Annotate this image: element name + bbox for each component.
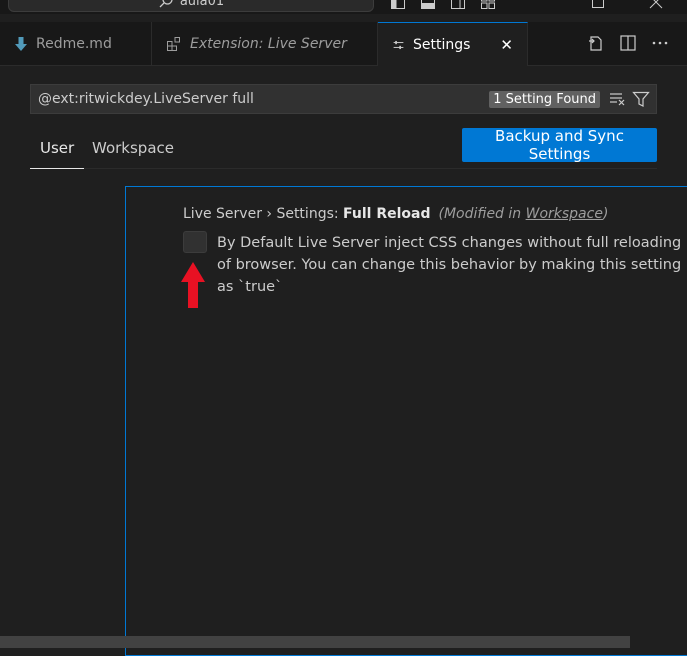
tab-extension-live-server[interactable]: Extension: Live Server: [152, 22, 378, 66]
annotation-arrow-up-icon: [181, 262, 205, 308]
search-query: @ext:ritwickdey.LiveServer full: [38, 91, 254, 107]
tab-label: Extension: Live Server: [190, 36, 347, 52]
close-icon[interactable]: ✕: [500, 36, 513, 54]
setting-title: Live Server › Settings: Full Reload (Modi…: [183, 206, 608, 222]
toggle-primary-sidebar-icon[interactable]: [390, 0, 406, 10]
full-reload-checkbox[interactable]: [183, 231, 207, 253]
tab-workspace[interactable]: Workspace: [92, 139, 174, 157]
modified-prefix: (Modified in: [438, 206, 526, 222]
split-editor-icon[interactable]: [619, 34, 637, 52]
window-close-icon[interactable]: [648, 0, 664, 10]
horizontal-scrollbar[interactable]: [0, 636, 630, 648]
settings-sliders-icon: [393, 40, 404, 49]
search-icon: [159, 0, 173, 8]
toggle-secondary-sidebar-icon[interactable]: [450, 0, 466, 10]
setting-name: Full Reload: [343, 206, 431, 222]
modified-suffix: ): [602, 206, 609, 222]
extensions-icon: [167, 37, 180, 51]
backup-and-sync-button[interactable]: Backup and Sync Settings: [462, 127, 657, 163]
command-center[interactable]: aula01: [8, 0, 374, 12]
tab-settings[interactable]: Settings ✕: [378, 22, 528, 66]
tab-redme[interactable]: Redme.md: [0, 22, 152, 66]
title-bar: aula01: [0, 0, 687, 14]
setting-category: Live Server › Settings:: [183, 206, 344, 222]
filter-icon[interactable]: [632, 90, 650, 108]
clear-filter-icon[interactable]: [608, 90, 626, 108]
settings-found-badge: 1 Setting Found: [489, 90, 600, 108]
customize-layout-icon[interactable]: [480, 0, 496, 10]
open-settings-json-icon[interactable]: [587, 34, 605, 52]
tab-label: Settings: [413, 36, 471, 53]
more-actions-icon[interactable]: [651, 34, 669, 52]
settings-search-input[interactable]: @ext:ritwickdey.LiveServer full 1 Settin…: [30, 84, 657, 114]
editor-tab-bar: Redme.md Extension: Live Server Settings…: [0, 22, 687, 66]
modified-workspace-link[interactable]: Workspace: [526, 206, 603, 222]
tab-user[interactable]: User: [29, 139, 85, 169]
tab-label: Redme.md: [36, 36, 112, 52]
command-center-text: aula01: [179, 0, 225, 9]
toggle-panel-icon[interactable]: [420, 0, 436, 10]
setting-description: By Default Live Server inject CSS change…: [217, 235, 682, 295]
maximize-icon[interactable]: [590, 0, 606, 10]
modified-indicator: (Modified in Workspace): [439, 206, 609, 222]
markdown-download-icon: [15, 37, 27, 51]
